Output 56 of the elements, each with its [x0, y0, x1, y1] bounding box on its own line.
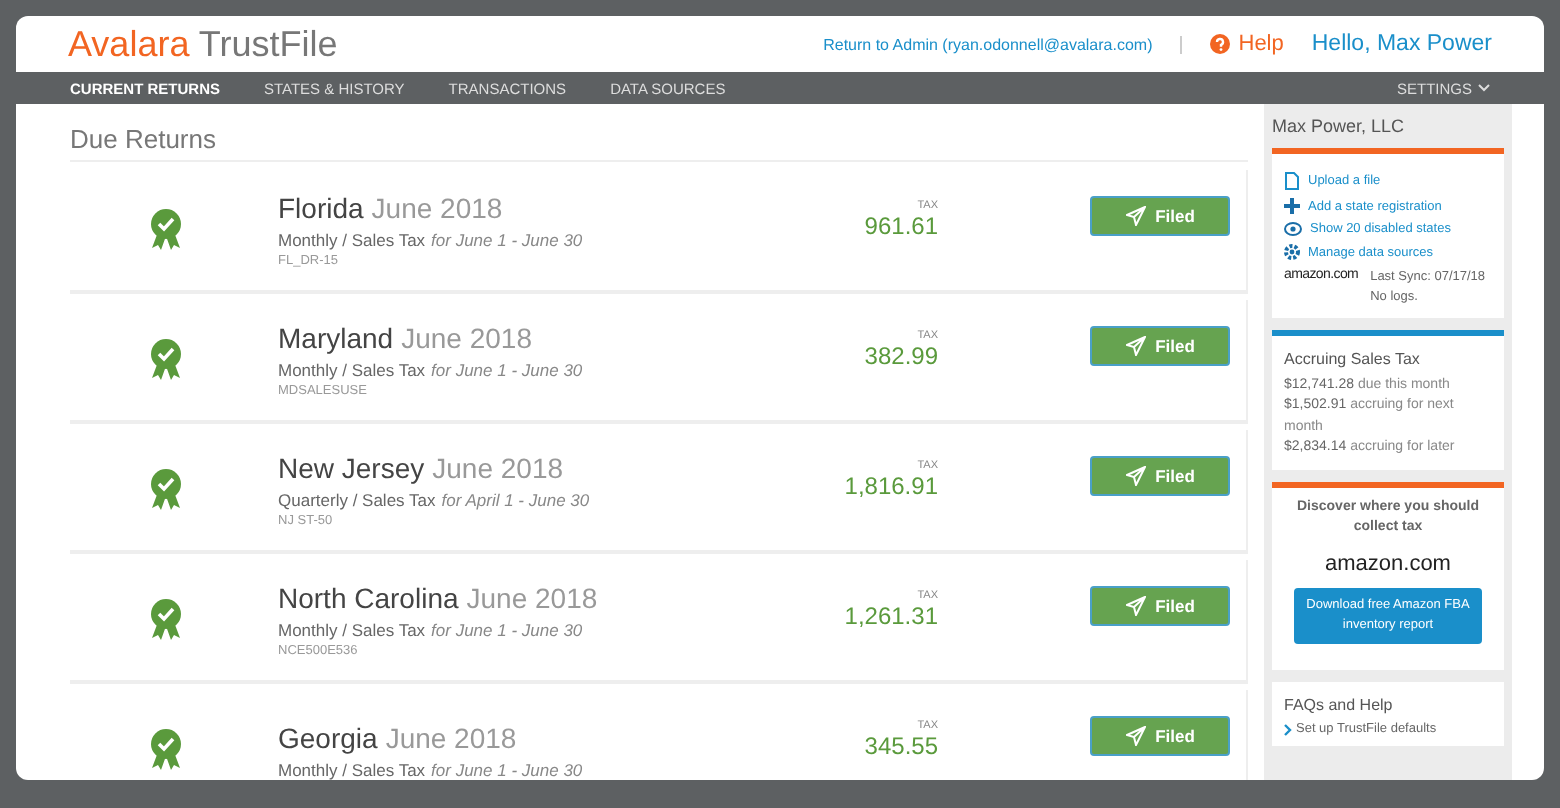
date-range: for April 1 - June 30 [441, 490, 590, 510]
return-to-admin-link[interactable]: Return to Admin (ryan.odonnell@avalara.com) [823, 35, 1153, 53]
plus-icon [1284, 198, 1300, 214]
filed-button[interactable]: Filed [1090, 716, 1230, 756]
date-range: for June 1 - June 30 [431, 759, 583, 779]
app-logo[interactable]: Avalara TrustFile [68, 23, 338, 65]
date-range: for June 1 - June 30 [431, 230, 583, 250]
filed-button[interactable]: Filed [1090, 326, 1230, 366]
tax-amount: 1,261.31 [842, 602, 938, 630]
gear-icon [1284, 244, 1300, 260]
state-name: Maryland [278, 322, 394, 354]
award-ribbon-icon [150, 338, 182, 382]
paper-plane-icon [1125, 206, 1146, 226]
paper-plane-icon [1125, 726, 1146, 746]
filing-frequency: Monthly / Sales Tax [278, 360, 426, 380]
state-name: New Jersey [278, 452, 425, 484]
return-period: June 2018 [432, 452, 564, 484]
question-mark-icon [1210, 34, 1231, 54]
tax-amount: 1,816.91 [842, 472, 938, 500]
paper-plane-icon [1125, 466, 1146, 486]
filed-button[interactable]: Filed [1090, 196, 1230, 236]
company-name: Max Power, LLC [1272, 116, 1407, 136]
award-ribbon-icon [150, 728, 182, 772]
chevron-down-icon [1478, 84, 1490, 92]
filed-button[interactable]: Filed [1090, 586, 1230, 626]
filing-frequency: Quarterly / Sales Tax [278, 490, 436, 510]
chevron-right-icon [1284, 724, 1292, 737]
date-range: for June 1 - June 30 [431, 620, 583, 640]
award-ribbon-icon [150, 208, 182, 252]
award-ribbon-icon [150, 598, 182, 642]
filing-frequency: Monthly / Sales Tax [278, 230, 426, 250]
tax-amount: 345.55 [862, 732, 938, 760]
paper-plane-icon [1125, 336, 1146, 356]
award-ribbon-icon [150, 468, 182, 512]
state-name: Florida [278, 192, 364, 224]
state-name: Georgia [278, 721, 378, 753]
amazon-logo: amazon.com [1323, 551, 1453, 575]
return-period: June 2018 [466, 582, 598, 614]
filing-frequency: Monthly / Sales Tax [278, 759, 426, 779]
eye-icon [1284, 222, 1302, 236]
card-title: FAQs and Help [1284, 696, 1395, 715]
date-range: for June 1 - June 30 [431, 360, 583, 380]
return-period: June 2018 [385, 721, 517, 753]
state-name: North Carolina [278, 582, 459, 614]
section-title: Due Returns [70, 124, 1248, 162]
return-period: June 2018 [401, 322, 532, 354]
user-greeting[interactable]: Hello, Max Power [1311, 32, 1492, 56]
tax-amount: 961.61 [862, 212, 938, 240]
help-link[interactable]: Help [1210, 32, 1284, 56]
paper-plane-icon [1125, 596, 1146, 616]
document-icon [1284, 172, 1300, 190]
filed-button[interactable]: Filed [1090, 456, 1230, 496]
card-title: Accruing Sales Tax [1284, 349, 1422, 367]
filing-frequency: Monthly / Sales Tax [278, 620, 426, 640]
tax-amount: 382.99 [862, 342, 938, 370]
return-period: June 2018 [371, 192, 503, 224]
